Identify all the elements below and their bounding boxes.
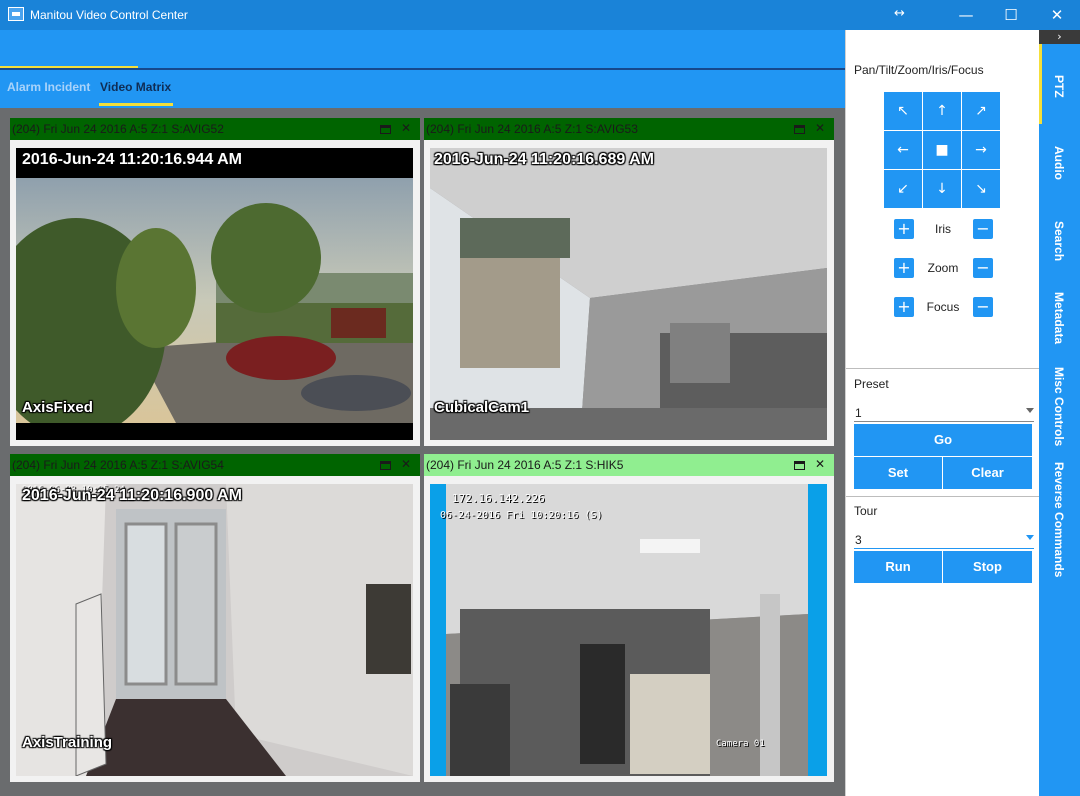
scene-office-window [430,148,827,440]
video-feed[interactable]: 2016-Jun-24 11:20:16.689 AM CubicalCam1 [430,148,827,440]
side-tab-ptz[interactable]: PTZ [1052,75,1066,98]
resize-icon[interactable]: ↔ [894,0,905,30]
side-tab-search[interactable]: Search [1052,221,1066,261]
zoom-plus-button[interactable]: + [894,258,914,278]
camera-name: AxisFixed [22,399,93,416]
iris-plus-button[interactable]: + [894,219,914,239]
maximize-button[interactable]: ☐ [988,0,1034,30]
tab-bar: Alarm Incident Video Matrix [0,70,845,108]
tour-select[interactable]: 3 [854,529,1034,549]
camera-name: Camera 01 [716,739,765,749]
maximize-icon[interactable] [380,125,391,134]
tour-value: 3 [855,533,862,547]
ptz-up-right-button[interactable]: ↗ [962,92,1000,130]
title-bar: Manitou Video Control Center ↔ — ☐ ✕ [0,0,1080,30]
zoom-label: Zoom [927,261,959,275]
maximize-icon[interactable] [794,125,805,134]
chevron-down-icon [1026,408,1034,413]
close-icon[interactable]: ✕ [401,457,411,471]
panel-header-text: (204) Fri Jun 24 2016 A:5 Z:1 S:AVIG52 [12,122,224,136]
video-panel-axistraining[interactable]: (204) Fri Jun 24 2016 A:5 Z:1 S:AVIG54 ✕… [10,454,420,782]
minimize-button[interactable]: — [943,0,989,30]
video-area: Alarm Incident Video Matrix (204) Fri Ju… [0,30,845,796]
preset-select[interactable]: 1 [854,402,1034,422]
panel-header-text: (204) Fri Jun 24 2016 A:5 Z:1 S:AVIG54 [12,458,224,472]
tab-alarm-incident[interactable]: Alarm Incident [7,80,90,94]
chevron-down-icon [1026,535,1034,540]
ptz-down-button[interactable]: ↓ [923,170,961,208]
preset-value: 1 [855,406,862,420]
tour-stop-button[interactable]: Stop [943,551,1032,583]
close-icon[interactable]: ✕ [401,121,411,135]
camera-timestamp: 2016-Jun-24 11:20:16.900 AM [22,487,242,504]
preset-label: Preset [854,377,889,391]
camera-timestamp: 2016-Jun-24 11:20:16.944 AM [22,151,242,168]
tour-run-button[interactable]: Run [854,551,942,583]
header-band [0,30,845,70]
section-divider [846,496,1040,497]
ptz-down-left-button[interactable]: ↙ [884,170,922,208]
ptz-up-left-button[interactable]: ↖ [884,92,922,130]
tab-video-matrix[interactable]: Video Matrix [100,80,171,94]
video-feed[interactable]: 2016-Jun-24 11:20:16.944 AM AxisFixed [16,148,413,440]
ptz-up-button[interactable]: ↑ [923,92,961,130]
collapse-chevron-icon[interactable]: › [1039,30,1080,44]
panel-header-text: (204) Fri Jun 24 2016 A:5 Z:1 S:AVIG53 [426,122,638,136]
preset-set-button[interactable]: Set [854,457,942,489]
zoom-minus-button[interactable]: − [973,258,993,278]
close-button[interactable]: ✕ [1034,0,1080,30]
iris-minus-button[interactable]: − [973,219,993,239]
focus-minus-button[interactable]: − [973,297,993,317]
active-side-tab-indicator [1039,44,1042,124]
focus-label: Focus [926,300,960,314]
control-panel: Pan/Tilt/Zoom/Iris/Focus ↖ ↑ ↗ ← ■ → ↙ ↓… [845,30,1040,796]
camera-name: AxisTraining [22,734,113,751]
scene-office-ceiling [430,484,827,776]
panel-header: (204) Fri Jun 24 2016 A:5 Z:1 S:HIK5 ✕ [424,454,834,476]
ptz-down-right-button[interactable]: ↘ [962,170,1000,208]
side-tab-strip: › PTZ Audio Search Metadata Misc Control… [1039,30,1080,796]
ptz-title: Pan/Tilt/Zoom/Iris/Focus [854,63,984,77]
panel-header: (204) Fri Jun 24 2016 A:5 Z:1 S:AVIG53 ✕ [424,118,834,140]
close-icon[interactable]: ✕ [815,457,825,471]
video-panel-hik5[interactable]: (204) Fri Jun 24 2016 A:5 Z:1 S:HIK5 ✕ 1… [424,454,834,782]
active-tab-indicator [99,103,173,106]
side-tab-misc-controls[interactable]: Misc Controls [1052,367,1066,446]
video-feed[interactable]: 172.16.142.226 06-24-2016 Fri 10:20:16 (… [430,484,827,776]
preset-go-button[interactable]: Go [854,424,1032,456]
video-panel-axisfixed[interactable]: (204) Fri Jun 24 2016 A:5 Z:1 S:AVIG52 ✕ [10,118,420,446]
video-panel-cubicalcam1[interactable]: (204) Fri Jun 24 2016 A:5 Z:1 S:AVIG53 ✕… [424,118,834,446]
camera-name: CubicalCam1 [434,399,530,416]
camera-timestamp: 2016-Jun-24 11:20:16.689 AM [434,151,654,168]
maximize-icon[interactable] [794,461,805,470]
preset-clear-button[interactable]: Clear [943,457,1032,489]
close-icon[interactable]: ✕ [815,121,825,135]
maximize-icon[interactable] [380,461,391,470]
side-tab-reverse-commands[interactable]: Reverse Commands [1052,462,1066,577]
video-feed[interactable]: 2016-06-23 10:25:24 2016-Jun-24 11:20:16… [16,484,413,776]
panel-header-text: (204) Fri Jun 24 2016 A:5 Z:1 S:HIK5 [426,458,624,472]
panel-header: (204) Fri Jun 24 2016 A:5 Z:1 S:AVIG54 ✕ [10,454,420,476]
panel-header: (204) Fri Jun 24 2016 A:5 Z:1 S:AVIG52 ✕ [10,118,420,140]
camera-ip: 172.16.142.226 [452,492,545,505]
focus-plus-button[interactable]: + [894,297,914,317]
section-divider [846,368,1040,369]
window-title: Manitou Video Control Center [30,8,188,22]
ptz-right-button[interactable]: → [962,131,1000,169]
side-tab-metadata[interactable]: Metadata [1052,292,1066,344]
ptz-stop-button[interactable]: ■ [923,131,961,169]
app-icon [8,7,24,21]
scene-hallway [16,484,413,776]
tour-label: Tour [854,504,878,518]
scene-outdoor [16,178,413,440]
ptz-left-button[interactable]: ← [884,131,922,169]
iris-label: Iris [935,222,951,236]
camera-overlay-time: 06-24-2016 Fri 10:20:16 (S) [440,510,603,521]
side-tab-audio[interactable]: Audio [1052,146,1066,180]
